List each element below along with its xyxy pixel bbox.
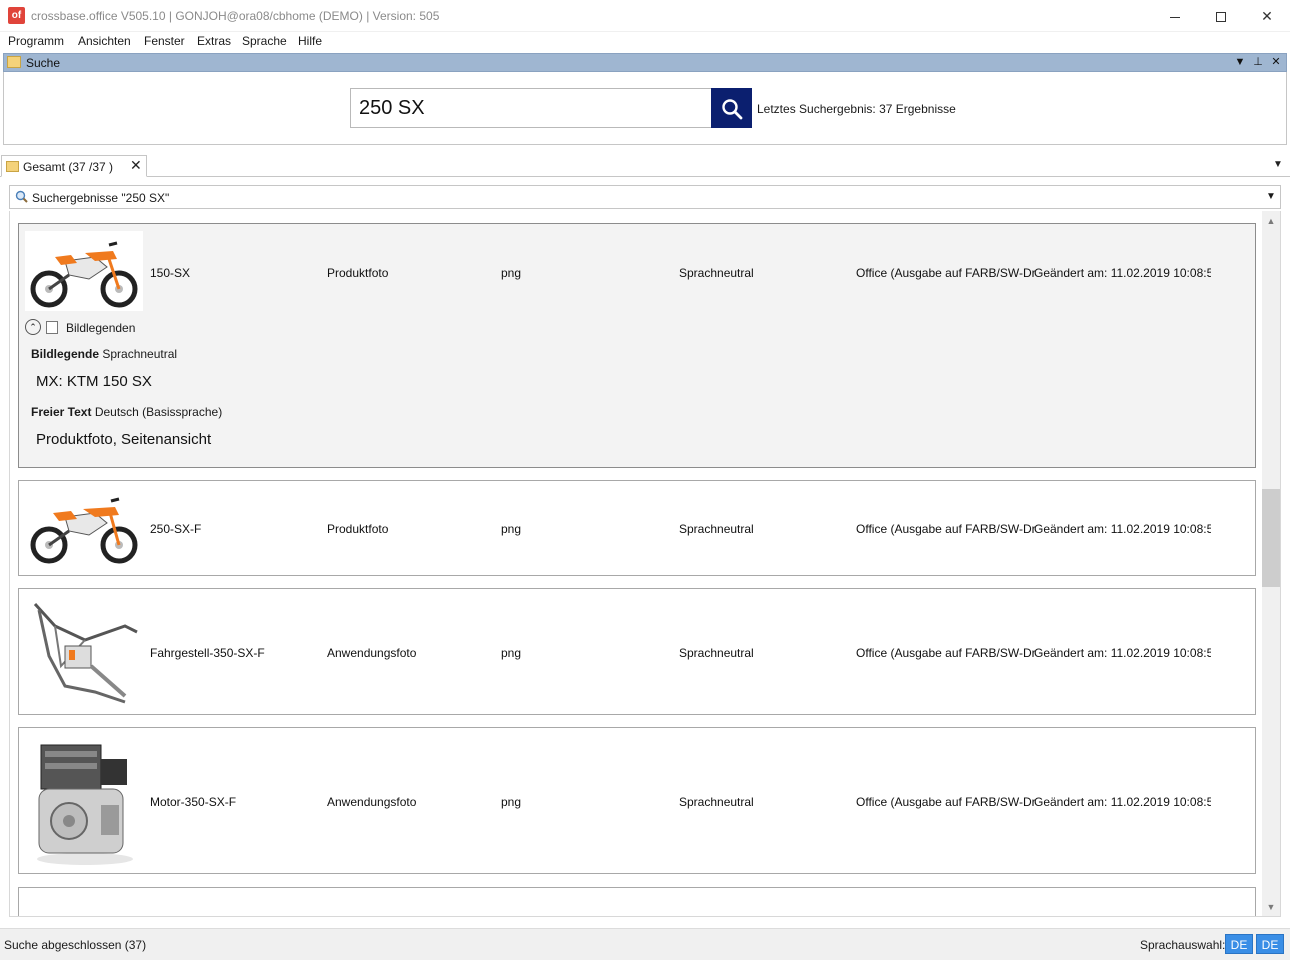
scroll-down-icon[interactable]: ▼ [1262,899,1280,916]
menu-ansichten[interactable]: Ansichten [78,34,131,48]
title-bar: of crossbase.office V505.10 | GONJOH@ora… [0,0,1290,32]
legend-value: MX: KTM 150 SX [36,373,152,390]
tab-bar: Gesamt (37 /37 ) ✕ ▼ [0,153,1290,177]
language-selection-label: Sprachauswahl: [1140,938,1226,952]
menu-hilfe[interactable]: Hilfe [298,34,322,48]
search-panel-title: Suche [26,56,61,70]
menu-programm[interactable]: Programm [8,34,64,48]
item-language: Sprachneutral [679,522,754,536]
magnifier-icon [15,190,28,203]
legend-lang: Sprachneutral [102,347,178,361]
search-icon [722,99,743,120]
free-text-value: Produktfoto, Seitenansicht [36,431,212,448]
window-title: crossbase.office V505.10 | GONJOH@ora08/… [31,9,440,23]
panel-dropdown-button[interactable]: ▼ [1233,55,1247,70]
engine-thumbnail [25,735,143,867]
menu-extras[interactable]: Extras [197,34,231,48]
result-item[interactable]: 250-SX-F Produktfoto png Sprachneutral O… [18,480,1256,576]
item-format: png [501,266,522,280]
item-changed: Geändert am: 11.02.2019 10:08:5 [1034,522,1211,536]
status-bar: Suche abgeschlossen (37) Sprachauswahl: … [0,928,1290,960]
item-language: Sprachneutral [679,646,754,660]
result-item[interactable]: Fahrgestell-350-SX-F Anwendungsfoto png … [18,588,1256,715]
legend-info: Bildlegende Sprachneutral [31,347,177,361]
item-type: Anwendungsfoto [327,646,417,660]
menu-fenster[interactable]: Fenster [144,34,185,48]
panel-close-button[interactable]: ✕ [1269,55,1283,70]
search-panel-header: Suche ▼ ⊥ ✕ [3,53,1287,72]
result-item[interactable]: Motor-350-SX-F Anwendungsfoto png Sprach… [18,727,1256,874]
scroll-up-icon[interactable]: ▲ [1262,213,1280,230]
result-item[interactable] [18,887,1256,916]
scrollbar-thumb[interactable] [1262,489,1280,587]
search-button[interactable] [711,88,752,128]
item-name: Motor-350-SX-F [150,795,237,809]
free-text-info: Freier Text Deutsch (Basissprache) [31,405,222,419]
panel-pin-button[interactable]: ⊥ [1251,55,1265,70]
tab-close-icon[interactable]: ✕ [130,157,142,174]
item-type: Produktfoto [327,522,389,536]
menu-bar: Programm Ansichten Fenster Extras Sprach… [0,32,1290,52]
item-office: Office (Ausgabe auf FARB/SW-Dr [856,795,1036,809]
chevron-up-icon[interactable]: ⌃ [25,319,41,335]
result-item[interactable]: 150-SX Produktfoto png Sprachneutral Off… [18,223,1256,468]
folder-icon [7,56,21,68]
item-office: Office (Ausgabe auf FARB/SW-Dr [856,522,1036,536]
results-header-label: Suchergebnisse "250 SX" [32,191,170,205]
item-format: png [501,646,522,660]
search-input[interactable] [350,88,712,128]
item-language: Sprachneutral [679,795,754,809]
item-name: Fahrgestell-350-SX-F [150,646,265,660]
free-text-title: Freier Text [31,405,92,419]
app-logo-icon: of [8,7,25,24]
results-dropdown[interactable]: Suchergebnisse "250 SX" ▼ [9,185,1281,209]
search-area: Letztes Suchergebnis: 37 Ergebnisse [3,72,1287,145]
tab-label: Gesamt (37 /37 ) [23,160,114,174]
legend-label: Bildlegenden [66,321,136,335]
free-text-lang: Deutsch (Basissprache) [94,405,223,419]
chevron-down-icon: ▼ [1266,191,1276,202]
close-button[interactable]: ✕ [1244,0,1290,32]
menu-sprache[interactable]: Sprache [242,34,287,48]
item-type: Produktfoto [327,266,389,280]
tab-gesamt[interactable]: Gesamt (37 /37 ) ✕ [1,155,147,177]
item-changed: Geändert am: 11.02.2019 10:08:5 [1034,646,1211,660]
status-text: Suche abgeschlossen (37) [4,938,147,952]
item-format: png [501,522,522,536]
close-icon: ✕ [1261,8,1273,24]
item-name: 150-SX [150,266,191,280]
item-format: png [501,795,522,809]
legend-title: Bildlegende [31,347,100,361]
last-result-text: Letztes Suchergebnis: 37 Ergebnisse [757,102,956,116]
results-list: 150-SX Produktfoto png Sprachneutral Off… [9,211,1281,917]
item-type: Anwendungsfoto [327,795,417,809]
minimize-button[interactable] [1152,0,1198,32]
item-language: Sprachneutral [679,266,754,280]
minimize-icon [1170,16,1180,18]
motocross-bike-thumbnail [25,489,143,569]
maximize-icon [1216,12,1226,23]
item-office: Office (Ausgabe auf FARB/SW-Dr [856,266,1036,280]
item-name: 250-SX-F [150,522,202,536]
tab-menu-button[interactable]: ▼ [1273,159,1283,170]
folder-icon [6,161,19,172]
item-changed: Geändert am: 11.02.2019 10:08:5 [1034,795,1211,809]
language-button-de-secondary[interactable]: DE [1256,934,1284,954]
maximize-button[interactable] [1198,0,1244,32]
language-button-de[interactable]: DE [1225,934,1253,954]
item-office: Office (Ausgabe auf FARB/SW-Dr [856,646,1036,660]
item-changed: Geändert am: 11.02.2019 10:08:5 [1034,266,1211,280]
document-icon [46,321,58,334]
chassis-frame-thumbnail [25,596,143,708]
motocross-bike-thumbnail [25,231,143,311]
